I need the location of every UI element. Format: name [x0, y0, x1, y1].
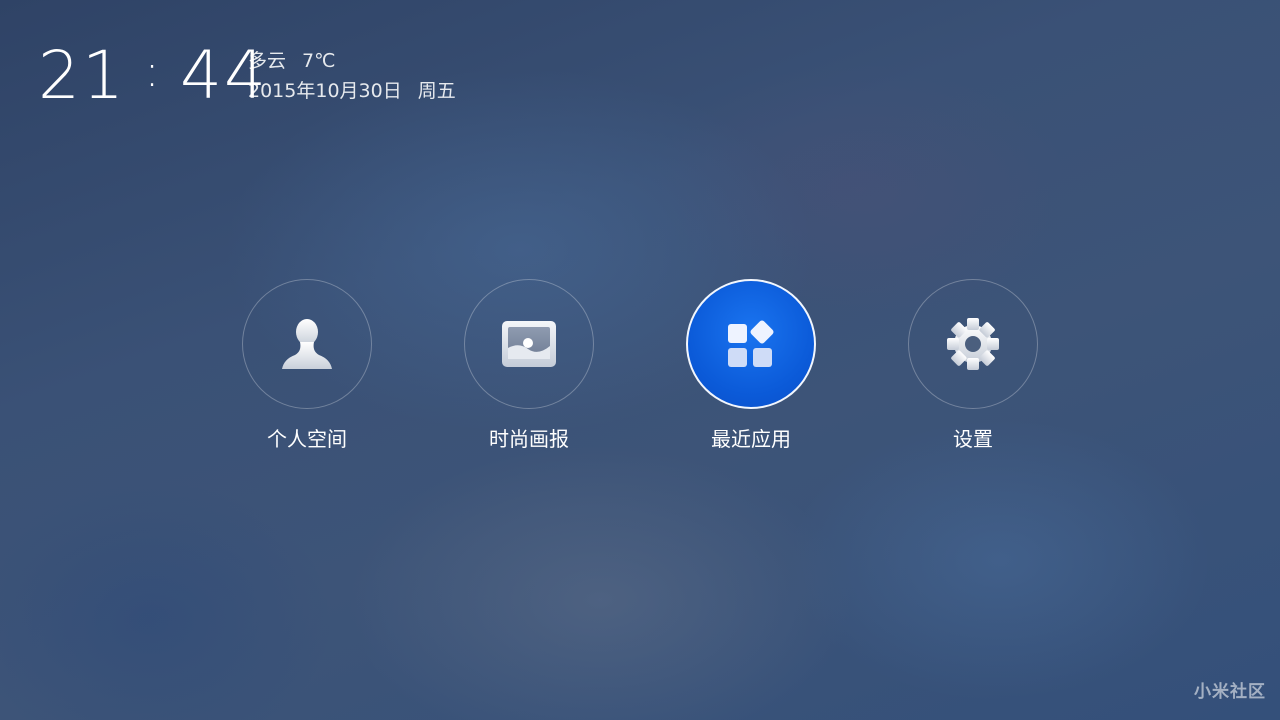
menu-item-settings[interactable]: 设置: [906, 279, 1040, 459]
menu-item-label: 设置: [953, 427, 993, 451]
app-grid-icon: [726, 319, 776, 369]
menu-item-circle: [242, 279, 372, 409]
picture-frame-icon: [501, 320, 557, 368]
menu-item-label: 时尚画报: [489, 427, 569, 451]
person-icon: [280, 317, 334, 371]
gear-icon: [946, 317, 1000, 371]
menu-item-label: 个人空间: [267, 427, 347, 451]
menu-item-circle: [686, 279, 816, 409]
main-menu: 个人空间 时尚画报 最近应用 设置: [0, 0, 1280, 720]
menu-item-personal-space[interactable]: 个人空间: [240, 279, 374, 459]
menu-item-circle: [464, 279, 594, 409]
menu-item-recent-apps[interactable]: 最近应用: [684, 279, 818, 459]
watermark-logo: 小米社区: [1194, 682, 1266, 702]
menu-item-fashion-pictorial[interactable]: 时尚画报: [462, 279, 596, 459]
menu-item-label: 最近应用: [711, 427, 791, 451]
menu-item-circle: [908, 279, 1038, 409]
